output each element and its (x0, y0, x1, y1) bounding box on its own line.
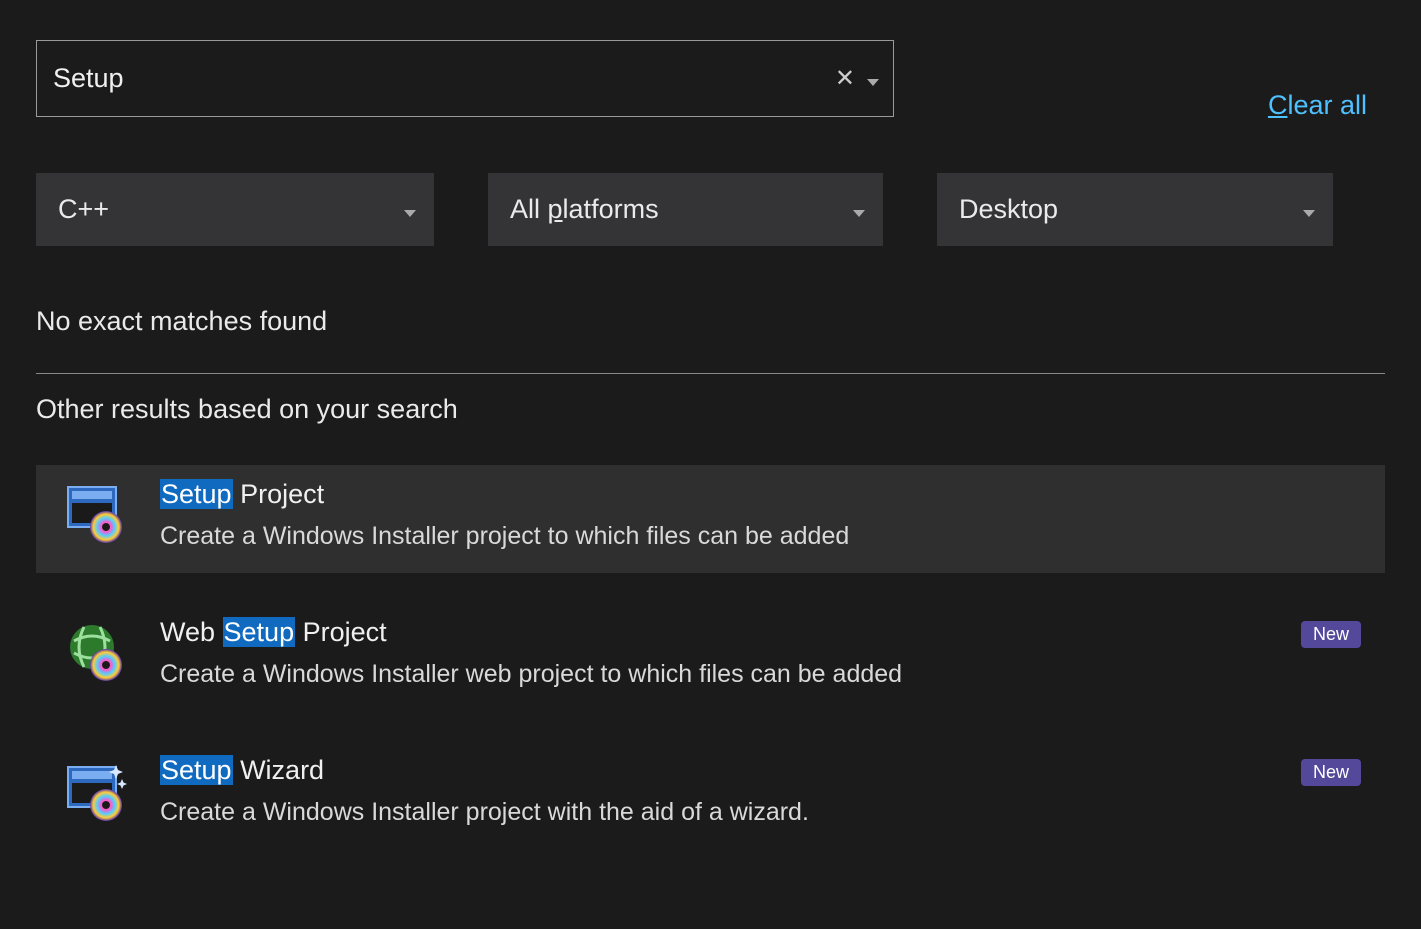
search-box: ✕ (36, 40, 894, 117)
language-filter-dropdown[interactable]: C++ (36, 173, 434, 246)
template-description: Create a Windows Installer web project t… (160, 660, 1289, 689)
platform-filter-dropdown[interactable]: All platforms (488, 173, 883, 246)
template-description: Create a Windows Installer project with … (160, 798, 1289, 827)
clear-search-icon[interactable]: ✕ (829, 64, 861, 93)
project-type-filter-label: Desktop (959, 194, 1058, 225)
template-title: Web Setup Project (160, 617, 1289, 648)
template-title: Setup Project (160, 479, 1361, 510)
template-title: Setup Wizard (160, 755, 1289, 786)
template-item[interactable]: Web Setup Project Create a Windows Instal… (36, 603, 1385, 711)
chevron-down-icon (853, 196, 865, 224)
wizard-project-icon (64, 759, 128, 823)
language-filter-label: C++ (58, 194, 109, 225)
chevron-down-icon (1303, 196, 1315, 224)
project-type-filter-dropdown[interactable]: Desktop (937, 173, 1333, 246)
search-input[interactable] (53, 41, 829, 116)
template-item[interactable]: Setup Project Create a Windows Installer … (36, 465, 1385, 573)
clear-all-link[interactable]: Clear all (1268, 40, 1367, 121)
chevron-down-icon (404, 196, 416, 224)
new-badge: New (1301, 621, 1361, 648)
no-matches-text: No exact matches found (36, 306, 1385, 337)
divider (36, 373, 1385, 374)
search-dropdown-icon[interactable] (867, 65, 879, 93)
platform-filter-label: All platforms (510, 194, 659, 225)
template-item[interactable]: Setup Wizard Create a Windows Installer p… (36, 741, 1385, 849)
new-badge: New (1301, 759, 1361, 786)
other-results-header: Other results based on your search (36, 394, 1385, 425)
template-description: Create a Windows Installer project to wh… (160, 522, 1361, 551)
installer-project-icon (64, 483, 128, 547)
web-project-icon (64, 621, 128, 685)
